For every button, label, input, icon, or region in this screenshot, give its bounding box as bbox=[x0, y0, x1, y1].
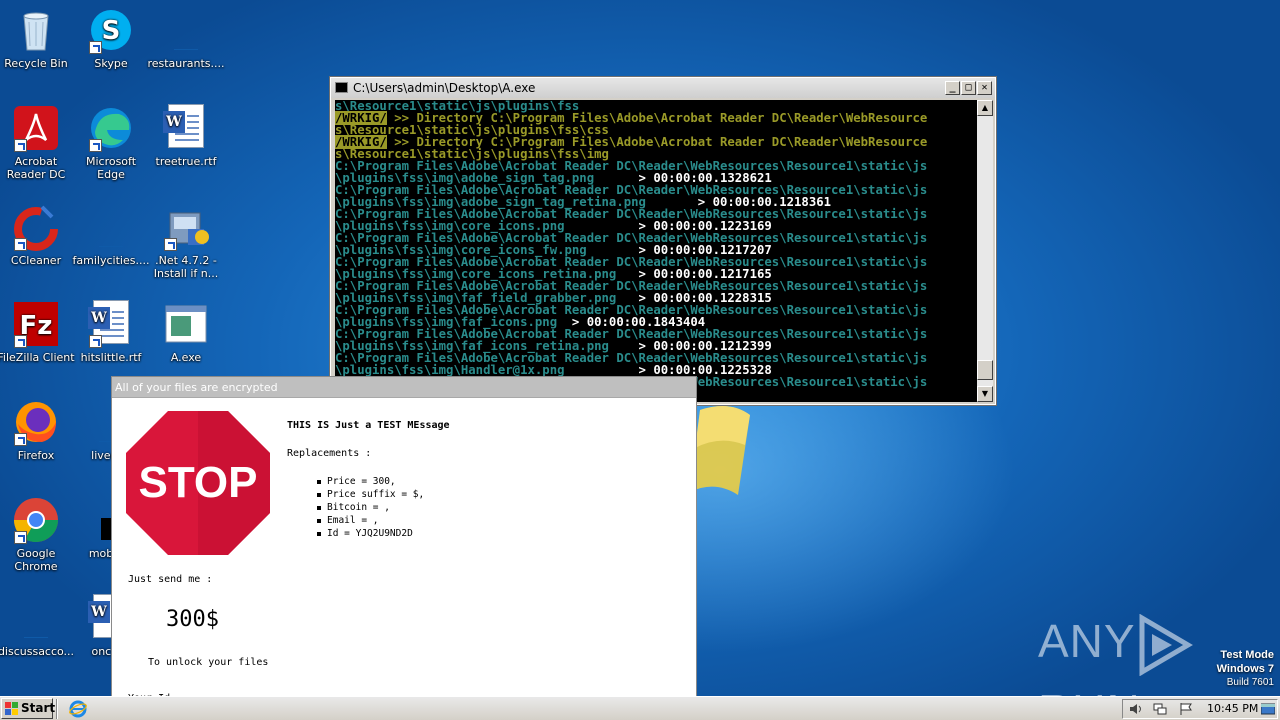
anyrun-text-right: RUN bbox=[1038, 685, 1141, 696]
list-item: Price suffix = $, bbox=[317, 488, 424, 501]
scroll-thumb[interactable] bbox=[977, 360, 993, 380]
recycle-bin-icon bbox=[12, 6, 60, 54]
desktop-icon-label: familycities.... bbox=[72, 254, 150, 267]
taskbar: Start 10:45 PM bbox=[0, 696, 1280, 720]
ransom-message: THIS IS Just a TEST MEssage bbox=[287, 420, 450, 431]
desktop-icon-a-exe[interactable]: A.exe bbox=[147, 300, 225, 364]
desktop-icon-chrome[interactable]: Google Chrome bbox=[0, 496, 75, 573]
list-item: Price = 300, bbox=[317, 475, 424, 488]
console-titlebar[interactable]: C:\Users\admin\Desktop\A.exe _ □ ✕ bbox=[331, 78, 995, 98]
network-icon[interactable] bbox=[1153, 703, 1167, 715]
desktop-icon-label: Acrobat Reader DC bbox=[6, 155, 66, 181]
ransom-body: STOP THIS IS Just a TEST MEssage Replace… bbox=[112, 399, 696, 719]
desktop-icon-recycle-bin[interactable]: Recycle Bin bbox=[0, 6, 75, 70]
desktop-icon-label: FileZilla Client bbox=[0, 351, 75, 364]
console-scrollbar[interactable]: ▲ ▼ bbox=[977, 100, 993, 402]
console-icon bbox=[335, 82, 348, 93]
ransom-window[interactable]: All of your files are encrypted STOP THI… bbox=[111, 376, 697, 720]
desktop-icon-dotnet[interactable]: .Net 4.7.2 - Install if n... bbox=[147, 203, 225, 280]
unlock-text: To unlock your files bbox=[148, 657, 269, 668]
desktop-icon-label: Skype bbox=[94, 57, 128, 70]
desktop-icon-restaurants[interactable]: restaurants.... bbox=[147, 6, 225, 70]
desktop-icon-label: Google Chrome bbox=[14, 547, 58, 573]
replacements-list: Price = 300, Price suffix = $, Bitcoin =… bbox=[317, 475, 424, 540]
anyrun-text-left: ANY bbox=[1038, 615, 1136, 667]
desktop-icon-label: treetrue.rtf bbox=[155, 155, 217, 168]
internet-explorer-icon[interactable] bbox=[69, 700, 87, 718]
desktop-icon-label: discussacco... bbox=[0, 645, 75, 658]
desktop-icon-treetrue[interactable]: W treetrue.rtf bbox=[147, 104, 225, 168]
clock[interactable]: 10:45 PM bbox=[1207, 700, 1258, 718]
desktop-icon-skype[interactable]: S Skype bbox=[72, 6, 150, 70]
close-button[interactable]: ✕ bbox=[977, 81, 992, 95]
desktop-icon-edge[interactable]: Microsoft Edge bbox=[72, 104, 150, 181]
test-mode-text: Test Mode bbox=[1220, 649, 1274, 661]
desktop-icon-discussacco[interactable]: discussacco... bbox=[0, 594, 75, 658]
taskbar-separator bbox=[56, 699, 58, 719]
desktop-icon-familycities[interactable]: familycities.... bbox=[72, 203, 150, 267]
scroll-down-button[interactable]: ▼ bbox=[977, 386, 993, 402]
play-icon bbox=[1139, 613, 1193, 676]
desktop-icon-label: hitslittle.rtf bbox=[80, 351, 142, 364]
maximize-button[interactable]: □ bbox=[961, 81, 976, 95]
edge-icon bbox=[87, 104, 135, 152]
desktop-icon-hitslittle[interactable]: W hitslittle.rtf bbox=[72, 300, 150, 364]
start-label: Start bbox=[21, 701, 56, 715]
system-tray: 10:45 PM bbox=[1122, 699, 1278, 719]
desktop-icon-acrobat[interactable]: Acrobat Reader DC bbox=[0, 104, 75, 181]
stop-sign-text: STOP bbox=[138, 458, 257, 507]
desktop-icon-label: A.exe bbox=[170, 351, 202, 364]
desktop-icon-filezilla[interactable]: Fz FileZilla Client bbox=[0, 300, 75, 364]
send-label: Just send me : bbox=[128, 574, 213, 585]
blank-file-icon bbox=[12, 594, 60, 642]
skype-icon: S bbox=[87, 6, 135, 54]
chrome-icon bbox=[12, 496, 60, 544]
minimize-button[interactable]: _ bbox=[945, 81, 960, 95]
list-item: Id = YJQ2U9ND2D bbox=[317, 527, 424, 540]
console-title: C:\Users\admin\Desktop\A.exe bbox=[353, 81, 536, 95]
replacements-label: Replacements : bbox=[287, 448, 372, 459]
acrobat-reader-icon bbox=[12, 104, 60, 152]
exe-window-icon bbox=[162, 300, 210, 348]
ransom-titlebar[interactable]: All of your files are encrypted bbox=[112, 377, 696, 398]
ransom-title: All of your files are encrypted bbox=[115, 381, 278, 394]
ransom-amount: 300$ bbox=[166, 607, 219, 632]
installer-icon bbox=[162, 203, 210, 251]
build-text: Build 7601 bbox=[1226, 677, 1274, 688]
desktop-icon-label: Recycle Bin bbox=[4, 57, 68, 70]
test-mode-watermark: Test Mode Windows 7 Build 7601 bbox=[1217, 648, 1274, 690]
console-output[interactable]: s\Resource1\static\js\plugins\fss/WRKIG/… bbox=[335, 100, 977, 402]
desktop-icon-label: Microsoft Edge bbox=[85, 155, 137, 181]
desktop-icon-label: Firefox bbox=[17, 449, 55, 462]
scroll-up-button[interactable]: ▲ bbox=[977, 100, 993, 116]
stop-sign-icon: STOP bbox=[126, 411, 270, 555]
blank-file-icon bbox=[87, 203, 135, 251]
filezilla-icon: Fz bbox=[12, 300, 60, 348]
volume-icon[interactable] bbox=[1129, 703, 1143, 715]
word-doc-icon: W bbox=[162, 104, 210, 152]
start-button[interactable]: Start bbox=[1, 698, 56, 719]
os-text: Windows 7 bbox=[1216, 663, 1274, 675]
svg-text:S: S bbox=[102, 16, 121, 46]
desktop-icon-firefox[interactable]: Firefox bbox=[0, 398, 75, 462]
windows-wallpaper-logo bbox=[690, 406, 750, 495]
firefox-icon bbox=[12, 398, 60, 446]
console-window[interactable]: C:\Users\admin\Desktop\A.exe _ □ ✕ s\Res… bbox=[329, 76, 997, 406]
flag-icon[interactable] bbox=[1179, 703, 1193, 715]
windows-logo-icon bbox=[5, 702, 18, 715]
list-item: Email = , bbox=[317, 514, 424, 527]
show-desktop-icon[interactable] bbox=[1261, 703, 1275, 715]
ccleaner-icon bbox=[12, 203, 60, 251]
list-item: Bitcoin = , bbox=[317, 501, 424, 514]
desktop-icon-label: .Net 4.7.2 - Install if n... bbox=[153, 254, 219, 280]
word-doc-icon: W bbox=[87, 300, 135, 348]
desktop-icon-label: restaurants.... bbox=[147, 57, 225, 70]
desktop-icon-ccleaner[interactable]: CCleaner bbox=[0, 203, 75, 267]
desktop-icon-label: CCleaner bbox=[10, 254, 62, 267]
blank-file-icon bbox=[162, 6, 210, 54]
